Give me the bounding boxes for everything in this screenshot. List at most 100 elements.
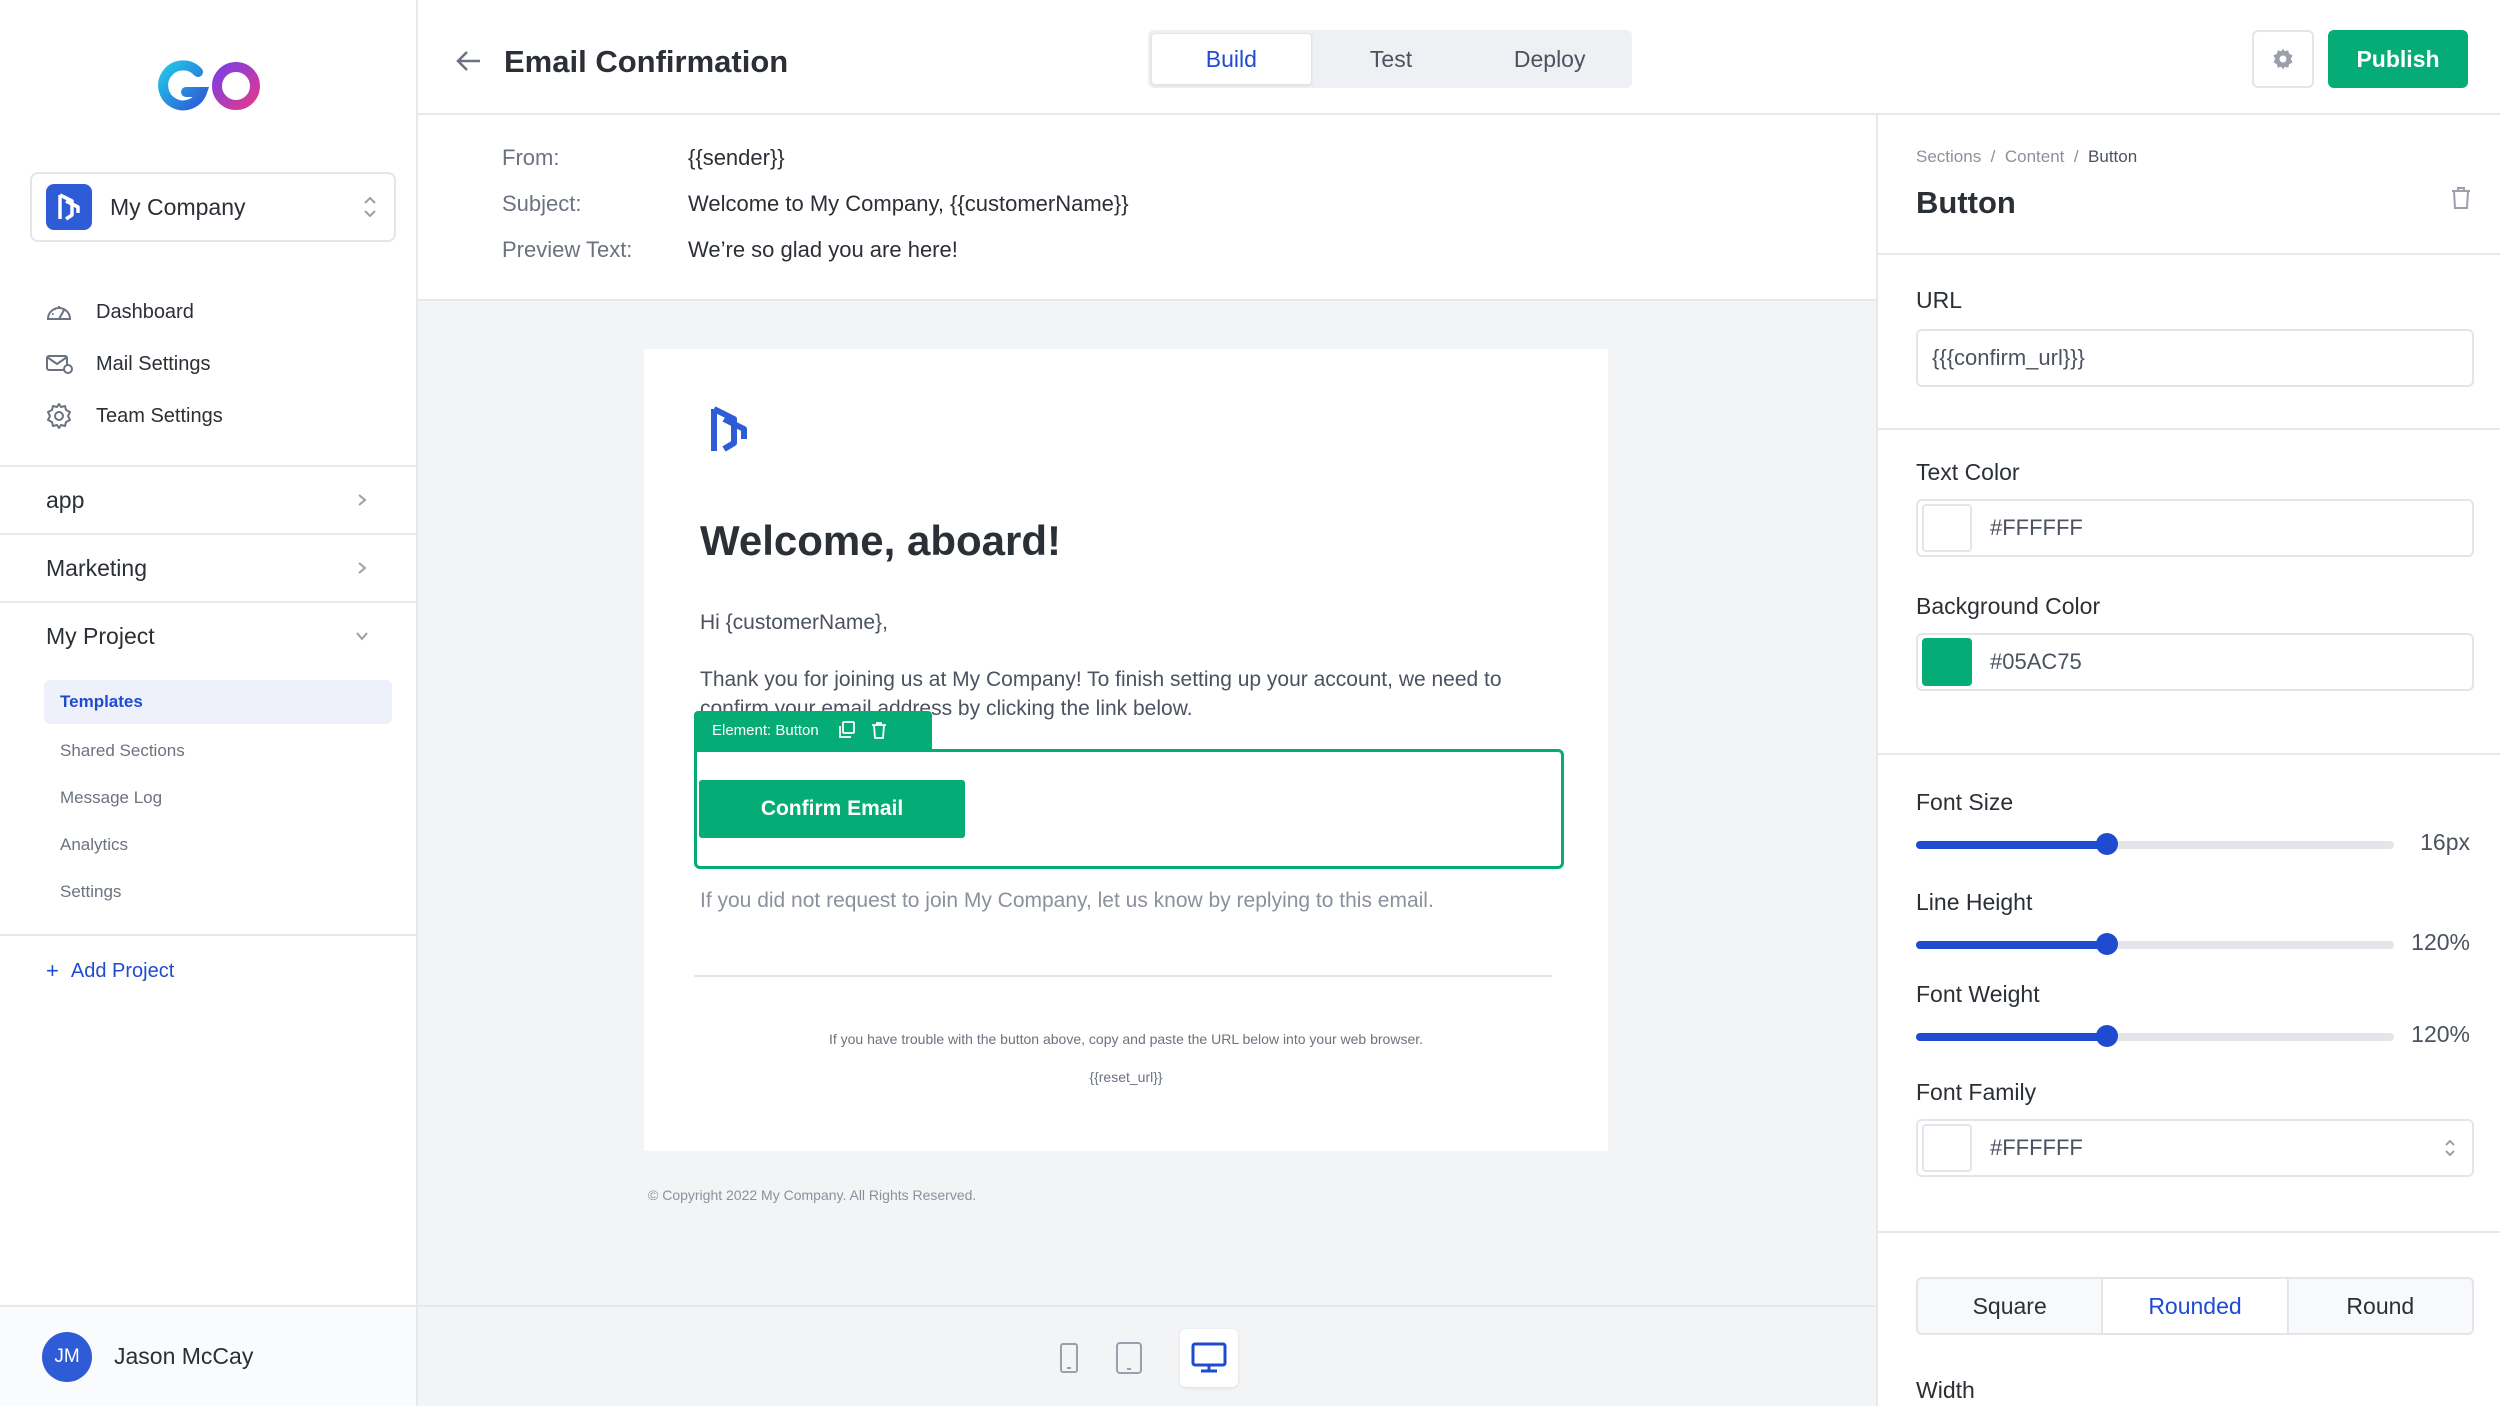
- font-weight-label: Font Weight: [1916, 981, 2040, 1007]
- panel-divider: [1878, 753, 2500, 755]
- email-greeting[interactable]: Hi {customerName},: [700, 611, 888, 635]
- panel-divider: [1878, 428, 2500, 430]
- email-trouble-text[interactable]: If you have trouble with the button abov…: [644, 1031, 1608, 1047]
- tab-build[interactable]: Build: [1151, 33, 1312, 85]
- chevron-down-icon: [356, 632, 368, 641]
- from-value: {{sender}}: [688, 145, 785, 170]
- add-project-label: Add Project: [70, 959, 175, 982]
- meta-from-row[interactable]: From: {{sender}}: [502, 145, 785, 171]
- nav-item-dashboard[interactable]: Dashboard: [44, 286, 223, 338]
- meta-subject-row[interactable]: Subject: Welcome to My Company, {{custom…: [502, 191, 1129, 217]
- settings-button[interactable]: [2252, 30, 2314, 88]
- user-name: Jason McCay: [114, 1343, 254, 1369]
- section-label-my-project: My Project: [46, 622, 155, 649]
- selected-element-outline[interactable]: Confirm Email: [694, 749, 1564, 869]
- from-label: From:: [502, 145, 560, 170]
- gear-icon: [2273, 48, 2293, 70]
- email-canvas: Welcome, aboard! Hi {customerName}, Than…: [418, 301, 1876, 1305]
- top-bar: Email Confirmation Build Test Deploy Pub…: [418, 0, 2500, 115]
- company-logo-icon: [46, 184, 92, 230]
- element-tag-label: Element: Button: [712, 721, 819, 739]
- publish-button[interactable]: Publish: [2328, 30, 2468, 88]
- add-project-button[interactable]: + Add Project: [46, 958, 174, 984]
- panel-divider: [1878, 1231, 2500, 1233]
- text-color-value: #FFFFFF: [1990, 515, 2083, 540]
- subnav-shared-sections[interactable]: Shared Sections: [44, 727, 392, 774]
- duplicate-icon[interactable]: [837, 720, 857, 740]
- email-disclaimer[interactable]: If you did not request to join My Compan…: [700, 889, 1434, 913]
- tab-test[interactable]: Test: [1312, 33, 1471, 85]
- bg-color-input[interactable]: #05AC75: [1916, 633, 2474, 691]
- email-meta: From: {{sender}} Subject: Welcome to My …: [418, 115, 1876, 301]
- chevron-updown-icon: [2445, 1139, 2455, 1157]
- device-preview-bar: [418, 1305, 1876, 1406]
- meta-preview-row[interactable]: Preview Text: We’re so glad you are here…: [502, 237, 958, 263]
- text-color-label: Text Color: [1916, 459, 2020, 485]
- font-family-select[interactable]: #FFFFFF: [1916, 1119, 2474, 1177]
- nav-item-team-settings[interactable]: Team Settings: [44, 390, 223, 442]
- sidebar: My Company Dashboard Mail Settings Team …: [0, 0, 418, 1406]
- font-size-slider-handle[interactable]: [2096, 833, 2119, 855]
- chevron-updown-icon: [364, 196, 376, 218]
- tab-deploy[interactable]: Deploy: [1470, 33, 1629, 85]
- nav-label-team-settings: Team Settings: [96, 404, 223, 427]
- width-label: Width: [1916, 1377, 1975, 1403]
- tablet-view-button[interactable]: [1100, 1329, 1158, 1387]
- url-input[interactable]: {{{confirm_url}}}: [1916, 329, 2474, 387]
- font-weight-value: 120%: [2411, 1021, 2470, 1047]
- line-height-label: Line Height: [1916, 889, 2033, 915]
- back-arrow-icon[interactable]: [454, 46, 484, 76]
- properties-panel: Sections / Content / Button Button URL {…: [1876, 115, 2500, 1406]
- line-height-slider-fill: [1916, 941, 2108, 949]
- line-height-slider-handle[interactable]: [2096, 933, 2119, 955]
- shape-square[interactable]: Square: [1918, 1279, 2104, 1333]
- plus-icon: +: [46, 958, 59, 983]
- font-family-swatch: [1922, 1124, 1972, 1172]
- user-profile[interactable]: JM Jason McCay: [0, 1305, 416, 1406]
- preview-label: Preview Text:: [502, 237, 633, 262]
- subnav-settings[interactable]: Settings: [44, 868, 392, 915]
- font-size-label: Font Size: [1916, 789, 2014, 815]
- bg-color-swatch[interactable]: [1922, 638, 1972, 686]
- font-size-value: 16px: [2420, 829, 2470, 855]
- confirm-email-button[interactable]: Confirm Email: [699, 780, 965, 838]
- font-weight-slider-fill: [1916, 1033, 2108, 1041]
- project-subnav: Templates Shared Sections Message Log An…: [44, 680, 392, 915]
- panel-divider: [1878, 253, 2500, 255]
- email-heading[interactable]: Welcome, aboard!: [700, 517, 1061, 565]
- breadcrumb-content[interactable]: Content: [2005, 147, 2065, 166]
- company-switcher[interactable]: My Company: [30, 172, 396, 242]
- nav-item-mail-settings[interactable]: Mail Settings: [44, 338, 223, 390]
- breadcrumb-sections[interactable]: Sections: [1916, 147, 1981, 166]
- font-size-slider[interactable]: [1916, 833, 2394, 855]
- avatar: JM: [42, 1331, 92, 1382]
- font-family-value: #FFFFFF: [1990, 1135, 2083, 1160]
- font-weight-slider-handle[interactable]: [2096, 1025, 2119, 1047]
- section-my-project[interactable]: My Project: [0, 601, 416, 669]
- desktop-view-button[interactable]: [1180, 1329, 1238, 1387]
- url-label: URL: [1916, 287, 1963, 313]
- mobile-icon: [1060, 1343, 1078, 1373]
- chevron-right-icon: [358, 562, 367, 574]
- trash-icon[interactable]: [869, 720, 889, 740]
- section-app[interactable]: app: [0, 465, 416, 533]
- trash-icon[interactable]: [2448, 185, 2474, 211]
- line-height-value: 120%: [2411, 929, 2470, 955]
- line-height-slider[interactable]: [1916, 933, 2394, 955]
- text-color-swatch[interactable]: [1922, 504, 1972, 552]
- shape-round[interactable]: Round: [2289, 1279, 2472, 1333]
- email-preview[interactable]: Welcome, aboard! Hi {customerName}, Than…: [644, 349, 1608, 1151]
- app-logo[interactable]: [154, 58, 264, 114]
- subnav-analytics[interactable]: Analytics: [44, 821, 392, 868]
- font-weight-slider[interactable]: [1916, 1025, 2394, 1047]
- subnav-message-log[interactable]: Message Log: [44, 774, 392, 821]
- email-reset-url[interactable]: {{reset_url}}: [644, 1069, 1608, 1085]
- subnav-templates[interactable]: Templates: [44, 680, 392, 724]
- nav-label-dashboard: Dashboard: [96, 300, 194, 323]
- shape-rounded[interactable]: Rounded: [2103, 1279, 2289, 1333]
- mobile-view-button[interactable]: [1040, 1329, 1098, 1387]
- chevron-right-icon: [358, 494, 367, 506]
- email-copyright: © Copyright 2022 My Company. All Rights …: [648, 1187, 977, 1203]
- section-marketing[interactable]: Marketing: [0, 533, 416, 601]
- text-color-input[interactable]: #FFFFFF: [1916, 499, 2474, 557]
